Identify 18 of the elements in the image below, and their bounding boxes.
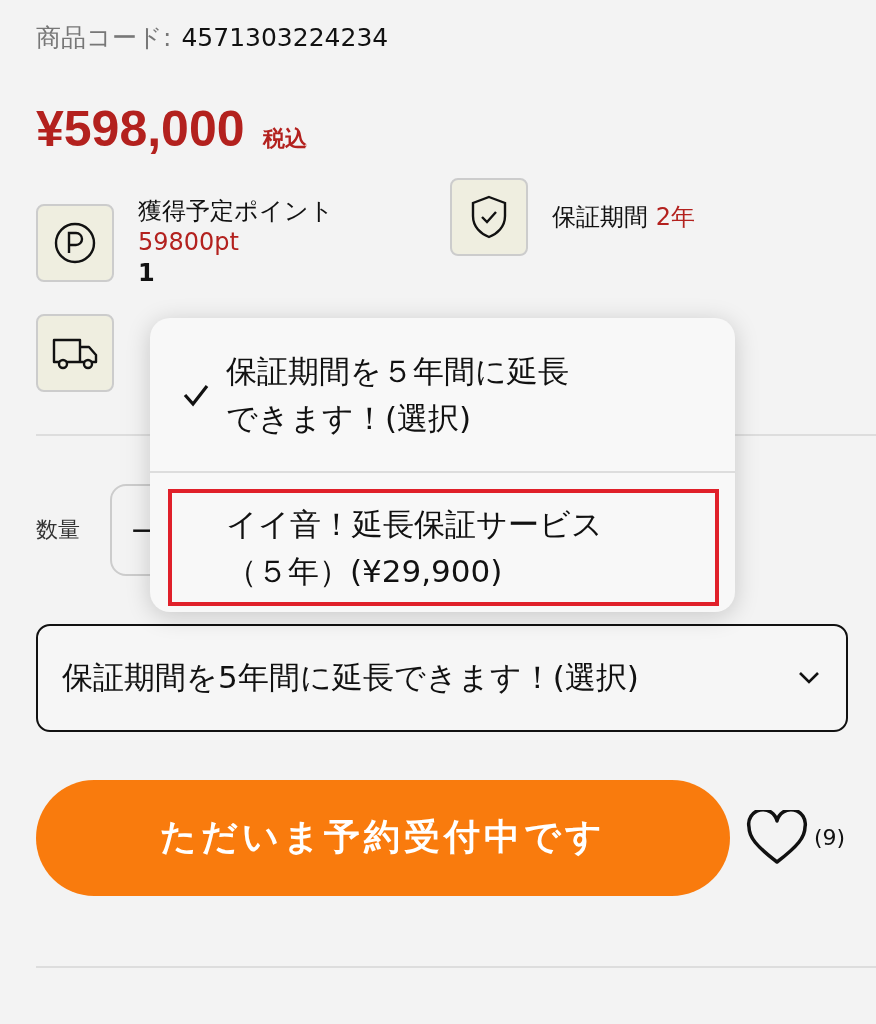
product-code: 4571303224234	[181, 22, 389, 52]
chevron-down-icon	[798, 670, 820, 685]
points-note: 1	[138, 258, 156, 290]
tax-note: 税込	[262, 125, 307, 153]
quantity-label: 数量	[36, 515, 80, 544]
points-value: 59800pt	[138, 227, 240, 259]
truck-icon	[36, 313, 114, 392]
price: ¥598,000	[36, 100, 245, 158]
dropdown-option[interactable]: イイ音！延長保証サービス （５年）(¥29,900)	[172, 493, 715, 602]
product-code-label: 商品コード:	[36, 21, 172, 54]
shield-check-icon	[450, 178, 528, 256]
points-icon	[36, 203, 114, 282]
dropdown-option[interactable]: 保証期間を５年間に延長 できます！(選択)	[172, 340, 715, 449]
warranty-period: 保証期間 2年	[552, 202, 695, 233]
points-title: 獲得予定ポイント	[138, 196, 334, 227]
favorite-count: (9)	[814, 825, 846, 851]
warranty-select[interactable]: 保証期間を5年間に延長できます！(選択)	[36, 623, 848, 732]
heart-icon[interactable]	[746, 809, 808, 866]
